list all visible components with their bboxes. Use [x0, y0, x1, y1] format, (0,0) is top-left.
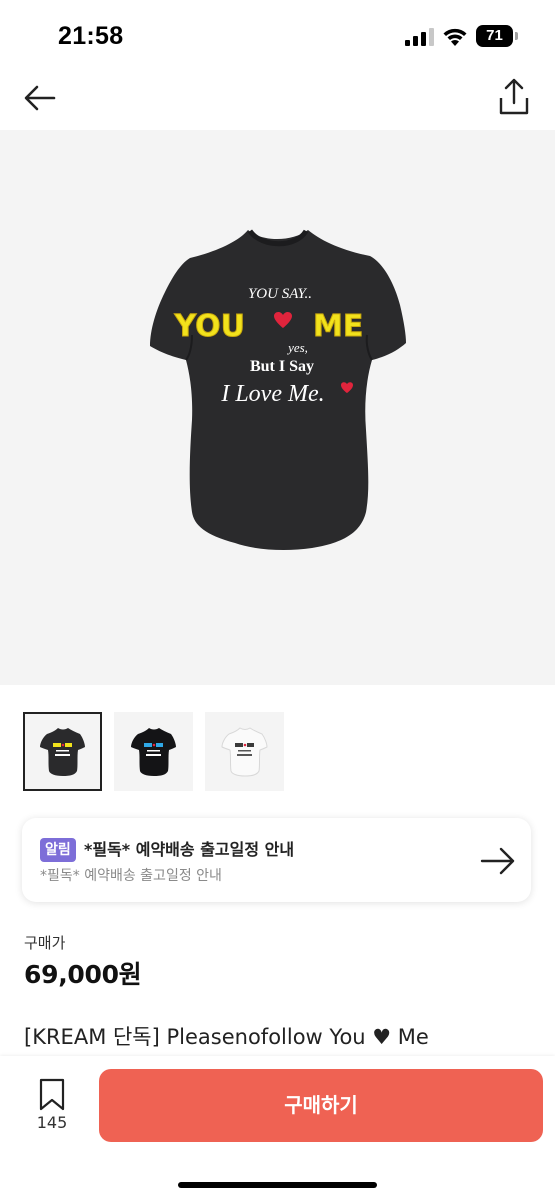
- notice-subtitle: *필독* 예약배송 출고일정 안내: [40, 868, 222, 884]
- battery-level: 71: [476, 25, 513, 47]
- bookmark-icon: [39, 1078, 65, 1111]
- thumbnail-1[interactable]: [23, 712, 102, 791]
- share-icon[interactable]: [494, 76, 534, 118]
- print-line5: I Love Me.: [220, 381, 324, 407]
- battery-icon: 71: [476, 25, 518, 47]
- wifi-icon: [443, 28, 467, 46]
- status-time: 21:58: [58, 22, 124, 50]
- price-label: 구매가: [24, 934, 66, 952]
- home-indicator: [178, 1182, 377, 1188]
- wish-button[interactable]: 145: [28, 1078, 76, 1138]
- notice-card[interactable]: 알림 *필독* 예약배송 출고일정 안내 *필독* 예약배송 출고일정 안내: [22, 818, 531, 902]
- product-image[interactable]: YOU SAY.. YOU ME yes, But I Say I Love M…: [0, 130, 555, 685]
- signal-icon: [405, 28, 434, 46]
- print-line1: YOU SAY..: [248, 286, 312, 302]
- thumbnail-3[interactable]: [205, 712, 284, 791]
- print-line4: But I Say: [250, 358, 314, 375]
- notice-badge: 알림: [40, 838, 76, 862]
- thumbnail-2[interactable]: [114, 712, 193, 791]
- status-bar: 21:58 71: [0, 0, 555, 70]
- price-value: 69,000원: [24, 960, 142, 989]
- print-me: ME: [313, 309, 363, 344]
- print-line3: yes,: [286, 340, 308, 355]
- buy-button[interactable]: 구매하기: [99, 1069, 543, 1142]
- notice-title: *필독* 예약배송 출고일정 안내: [84, 840, 295, 859]
- back-arrow-icon[interactable]: [20, 80, 60, 116]
- product-name: [KREAM 단독] Pleasenofollow You ♥ Me: [24, 1025, 429, 1049]
- bottom-action-bar: 145 구매하기: [0, 1056, 555, 1200]
- print-you: YOU: [173, 309, 245, 344]
- tshirt-image: YOU SAY.. YOU ME yes, But I Say I Love M…: [150, 229, 406, 551]
- nav-bar: [0, 70, 555, 130]
- arrow-right-icon[interactable]: [480, 846, 516, 876]
- wish-count: 145: [36, 1113, 68, 1132]
